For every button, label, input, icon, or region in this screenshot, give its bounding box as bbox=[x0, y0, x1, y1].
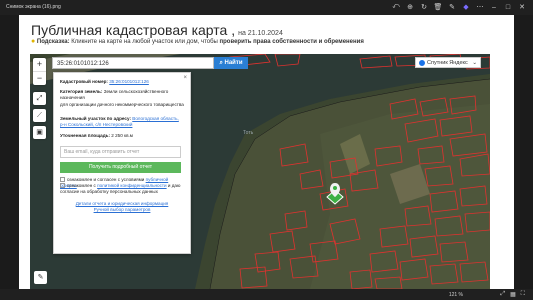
agree-privacy-text: ознакомлен с bbox=[67, 183, 96, 188]
area-label: Уточненная площадь: bbox=[60, 133, 110, 138]
radio-icon bbox=[419, 59, 425, 66]
layer-label: Спутник Яндекс bbox=[427, 60, 468, 66]
pencil-icon: ✎ bbox=[37, 274, 44, 281]
printer-icon: ▣ bbox=[36, 129, 43, 136]
hint-label: Подсказка: bbox=[36, 39, 70, 45]
image-viewer: Публичная кадастровая карта , на 21.10.20… bbox=[19, 15, 514, 289]
app-badge-icon[interactable]: ◆ bbox=[461, 2, 471, 12]
back-icon[interactable]: ⤺ bbox=[391, 2, 401, 12]
zoom-level[interactable]: 121 % bbox=[449, 292, 463, 298]
agree-offer-text: ознакомлен и согласен с условиями bbox=[67, 177, 145, 182]
agree-privacy-row: ознакомлен с политикой конфиденциальност… bbox=[60, 183, 184, 195]
page-date: на 21.10.2024 bbox=[238, 30, 283, 37]
cadastral-number-label: Кадастровый номер: bbox=[60, 79, 108, 84]
draw-button[interactable]: ✎ bbox=[34, 271, 47, 284]
fit-icon[interactable]: ⤢ bbox=[500, 291, 505, 298]
zoom-control: + − bbox=[33, 58, 46, 85]
lightbulb-icon: ● bbox=[31, 38, 36, 45]
close-icon[interactable]: × bbox=[183, 75, 187, 81]
rotate-icon[interactable]: ↻ bbox=[419, 2, 429, 12]
maximize-icon[interactable]: □ bbox=[503, 2, 513, 12]
layer-select[interactable]: Спутник Яндекс ⌄ bbox=[415, 57, 481, 68]
ruler-icon: ⟋ bbox=[37, 112, 42, 119]
map-place-label: Тоть bbox=[243, 130, 254, 136]
privacy-link[interactable]: политикой конфиденциальности bbox=[97, 183, 166, 188]
details-link[interactable]: Детали отчета и юридическая информация bbox=[76, 201, 169, 206]
email-field[interactable]: Ваш email, куда отправить отчет bbox=[60, 146, 181, 158]
viewer-statusbar: 121 % ⤢ ▦ ⛶ bbox=[0, 289, 533, 300]
zoom-out-button[interactable]: − bbox=[33, 71, 46, 85]
checkbox-offer[interactable] bbox=[60, 177, 65, 183]
find-button[interactable]: ⌕ Найти bbox=[214, 57, 248, 69]
titlebar-icons: ⤺ ⊕ ↻ 🗑 ✎ ◆ ⋯ – □ ✕ bbox=[391, 2, 527, 12]
use-value: для организации дачного некоммерческого … bbox=[60, 102, 184, 107]
cadastral-search-input[interactable]: 35:26:0101012:126 bbox=[52, 57, 214, 69]
delete-icon[interactable]: 🗑 bbox=[433, 2, 443, 12]
cadastral-number-link[interactable]: 35:26:0101012:126 bbox=[109, 79, 149, 84]
address-label: Земельный участок по адресу: bbox=[60, 116, 131, 121]
grid-icon[interactable]: ▦ bbox=[510, 291, 516, 298]
hint-text: Кликните на карте на любой участок или д… bbox=[69, 39, 220, 45]
hint-line: ● Подсказка: Кликните на карте на любой … bbox=[31, 38, 364, 45]
manual-row: Ручной выбор параметров bbox=[60, 207, 184, 213]
window-title: Снимок экрана (16).png bbox=[6, 4, 61, 10]
chevron-down-icon: ⌄ bbox=[472, 60, 477, 66]
zoom-in-icon[interactable]: ⊕ bbox=[405, 2, 415, 12]
category-label: Категория земель: bbox=[60, 89, 103, 94]
window-titlebar: Снимок экрана (16).png ⤺ ⊕ ↻ 🗑 ✎ ◆ ⋯ – □… bbox=[0, 0, 533, 15]
close-window-icon[interactable]: ✕ bbox=[517, 2, 527, 12]
map-view[interactable]: + − ⤢ ⟋ ▣ 35:26:0101012:126 ⌕ Найти Спут… bbox=[30, 54, 490, 289]
cadastral-number-row: Кадастровый номер: 35:26:0101012:126 bbox=[60, 79, 184, 85]
statusbar-icons: ⤢ ▦ ⛶ bbox=[500, 291, 525, 298]
hint-bold: проверить права собственности и обремене… bbox=[219, 39, 364, 45]
minimize-icon[interactable]: – bbox=[489, 2, 499, 12]
address-row: Земельный участок по адресу: Вологодская… bbox=[60, 116, 184, 128]
area-row: Уточненная площадь: 2 250 кв.м bbox=[60, 133, 184, 139]
search-row: 35:26:0101012:126 ⌕ Найти bbox=[52, 57, 248, 69]
ruler-button[interactable]: ⟋ bbox=[33, 109, 46, 122]
print-button[interactable]: ▣ bbox=[33, 126, 46, 139]
expand-icon: ⤢ bbox=[36, 95, 43, 102]
fullscreen-button[interactable]: ⤢ bbox=[33, 92, 46, 105]
parcel-info-popup: × Кадастровый номер: 35:26:0101012:126 К… bbox=[53, 72, 191, 254]
more-icon[interactable]: ⋯ bbox=[475, 2, 485, 12]
fullscreen-icon[interactable]: ⛶ bbox=[521, 291, 525, 298]
use-row: для организации дачного некоммерческого … bbox=[60, 102, 184, 108]
zoom-in-button[interactable]: + bbox=[33, 58, 46, 71]
page-title: Публичная кадастровая карта , на 21.10.20… bbox=[31, 22, 283, 38]
category-row: Категория земель: Земли сельскохозяйстве… bbox=[60, 89, 184, 101]
get-report-button[interactable]: Получить подробный отчет bbox=[60, 162, 181, 173]
edit-icon[interactable]: ✎ bbox=[447, 2, 457, 12]
manual-link[interactable]: Ручной выбор параметров bbox=[94, 207, 151, 212]
area-value: 2 250 кв.м bbox=[111, 133, 133, 138]
checkbox-privacy[interactable] bbox=[60, 183, 65, 189]
